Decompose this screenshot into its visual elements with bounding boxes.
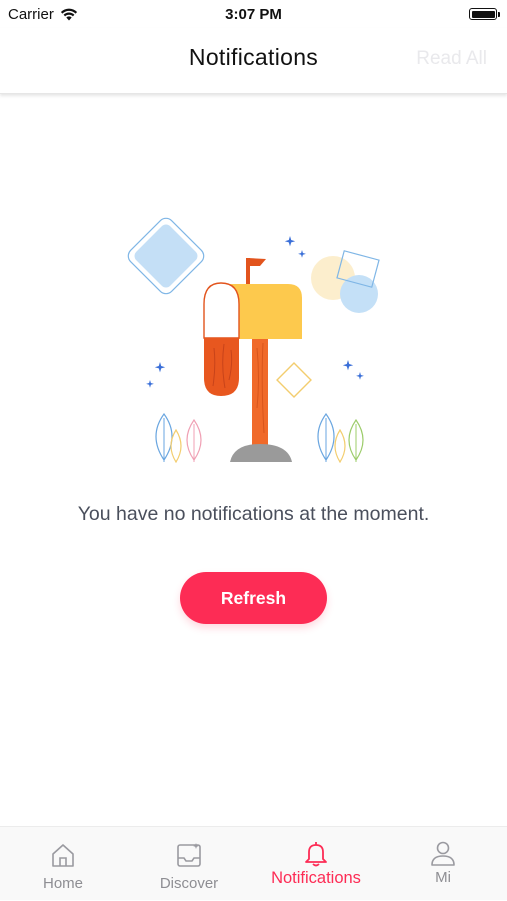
bell-icon xyxy=(305,842,327,867)
tab-discover-label: Discover xyxy=(159,875,219,892)
tab-bar: Home Discover Notifications Mi xyxy=(0,826,507,900)
status-bar: Carrier 3:07 PM xyxy=(0,0,507,28)
mailbox-illustration xyxy=(127,217,380,464)
tab-home[interactable]: Home xyxy=(0,827,126,901)
tab-mi[interactable]: Mi xyxy=(380,827,506,901)
mailbox-door xyxy=(203,282,240,396)
plant-decoration-left xyxy=(155,412,202,464)
mailbox-post xyxy=(252,336,268,448)
carrier-label: Carrier xyxy=(8,5,54,23)
home-icon xyxy=(52,844,74,867)
user-icon xyxy=(431,841,455,866)
refresh-button[interactable]: Refresh xyxy=(180,572,327,624)
battery-icon xyxy=(469,8,500,20)
tab-notifications[interactable]: Notifications xyxy=(253,827,379,901)
shapes-decoration xyxy=(311,250,380,313)
empty-state-message: You have no notifications at the moment. xyxy=(77,503,430,525)
tab-discover[interactable]: Discover xyxy=(126,827,252,901)
stone-base xyxy=(230,444,292,462)
status-left: Carrier xyxy=(8,6,78,23)
discover-icon xyxy=(177,843,201,867)
small-diamond-decoration xyxy=(276,362,312,398)
plant-decoration-right xyxy=(317,412,364,464)
navigation-bar: Notifications Read All xyxy=(0,28,507,94)
read-all-button[interactable]: Read All xyxy=(416,48,487,70)
diamond-decoration xyxy=(127,217,205,295)
tab-home-label: Home xyxy=(42,875,83,892)
tab-notifications-label: Notifications xyxy=(271,869,361,887)
wifi-icon xyxy=(60,8,77,20)
tab-mi-label: Mi xyxy=(435,869,451,886)
